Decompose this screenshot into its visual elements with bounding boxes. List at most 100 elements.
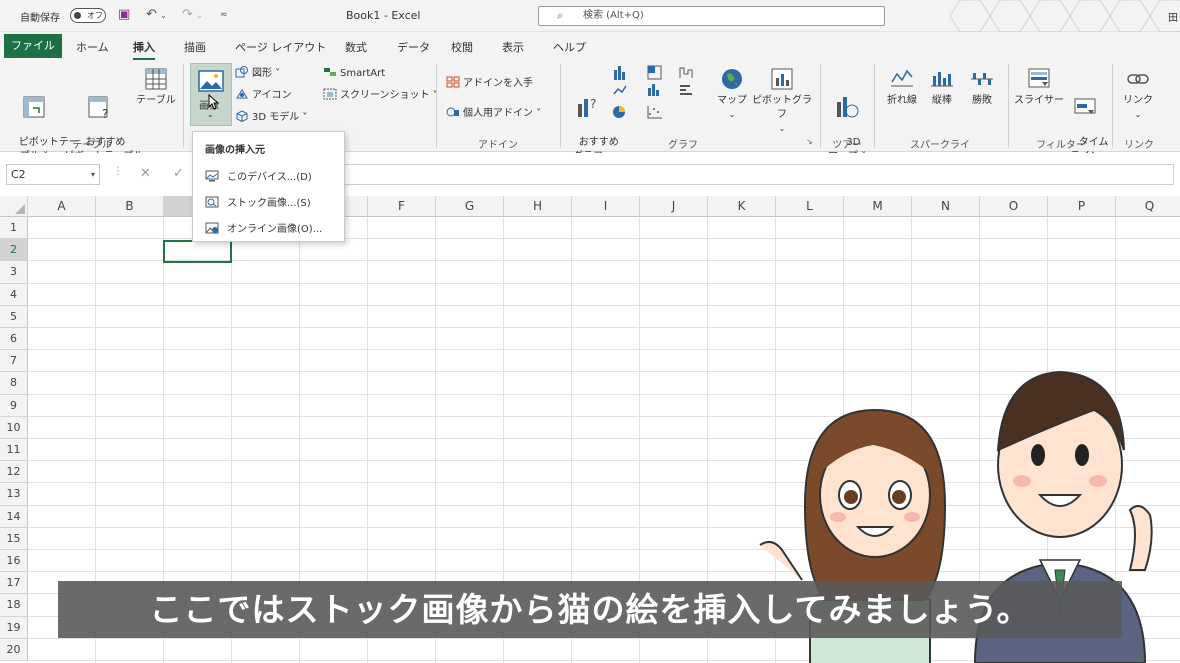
tab-insert[interactable]: 挿入 [133,39,155,61]
sparkline-winloss-button[interactable]: 勝敗 [964,66,1000,108]
column-header-n[interactable]: N [912,196,980,217]
select-all-corner[interactable] [0,196,28,217]
name-box-dropdown-icon[interactable]: ▾ [91,165,95,184]
tab-page-layout[interactable]: ページ レイアウト [235,39,326,55]
globe-map-icon [722,69,742,89]
redo-icon[interactable]: ↷ [182,7,193,22]
tab-review[interactable]: 校閲 [451,39,473,55]
row-header-14[interactable]: 14 [0,505,28,528]
screenshot-button[interactable]: スクリーンショット ˅ [323,88,438,103]
3d-models-button[interactable]: 3D モデル ˅ [235,110,307,125]
chart-type-icons[interactable] [612,64,712,126]
pivotchart-button[interactable]: ピボットグラフ ⌄ [752,66,812,136]
row-header-4[interactable]: 4 [0,283,28,306]
images-button[interactable]: 画像 ⌄ [190,63,232,126]
group-separator [183,64,184,148]
tab-home[interactable]: ホーム [76,39,109,55]
formula-input[interactable] [340,164,1174,185]
tab-formulas[interactable]: 数式 [345,39,367,55]
sparkline-winloss-label: 勝敗 [972,95,992,106]
undo-icon[interactable]: ↶ [146,7,157,22]
user-avatar[interactable]: 田 [1168,9,1178,24]
hexagon-pattern-decoration [950,0,1180,32]
group-label-filters: フィルター [1036,140,1086,151]
get-addins-button[interactable]: アドインを入手 [446,76,533,91]
icons-icon [236,89,248,99]
pivotchart-icon [771,68,793,90]
column-header-j[interactable]: J [640,196,708,217]
column-header-m[interactable]: M [844,196,912,217]
customize-qat-icon[interactable]: ≂ [220,10,228,20]
enter-icon[interactable]: ✓ [173,166,184,181]
column-header-a[interactable]: A [28,196,96,217]
sparkline-line-button[interactable]: 折れ線 [882,66,922,108]
row-header-5[interactable]: 5 [0,305,28,328]
column-header-i[interactable]: I [572,196,640,217]
column-header-g[interactable]: G [436,196,504,217]
column-header-h[interactable]: H [504,196,572,217]
sparkline-winloss-icon [971,73,993,85]
column-header-k[interactable]: K [708,196,776,217]
row-header-6[interactable]: 6 [0,328,28,351]
table-button[interactable]: テーブル [136,66,176,108]
column-header-o[interactable]: O [980,196,1048,217]
tab-view[interactable]: 表示 [502,39,524,55]
slicer-button[interactable]: スライサー [1014,66,1064,108]
search-input[interactable]: ⌕ 検索 (Alt+Q) [538,6,885,26]
group-label-links: リンク [1124,140,1154,151]
table-icon [145,68,167,90]
autosave-toggle[interactable]: オフ [70,8,106,23]
row-header-10[interactable]: 10 [0,416,28,439]
row-header-17[interactable]: 17 [0,572,28,595]
gridline-horizontal [28,282,1180,284]
column-header-p[interactable]: P [1048,196,1116,217]
row-header-15[interactable]: 15 [0,527,28,550]
charts-dialog-launcher-icon[interactable]: ↘ [806,137,813,146]
undo-dropdown-icon[interactable]: ⌄ [160,11,167,20]
menu-item-stock-images[interactable]: ストック画像...(S) [205,194,311,209]
device-image-icon [205,170,219,182]
recommended-charts-icon: ? [578,97,596,117]
column-header-l[interactable]: L [776,196,844,217]
table-label: テーブル [136,95,176,106]
my-addins-button[interactable]: 個人用アドイン ˅ [446,106,541,121]
menu-item-online-images[interactable]: オンライン画像(O)... [205,220,322,235]
menu-item-this-device[interactable]: このデバイス...(D) [205,168,312,183]
tab-data[interactable]: データ [397,39,430,55]
save-icon[interactable]: ▣ [118,7,130,22]
smartart-button[interactable]: SmartArt [323,66,385,81]
row-header-12[interactable]: 12 [0,461,28,484]
shapes-button[interactable]: 図形 ˅ [235,66,280,81]
link-dropdown-icon: ⌄ [1134,110,1142,119]
redo-dropdown-icon[interactable]: ⌄ [196,11,203,20]
row-header-2[interactable]: 2 [0,239,28,262]
cancel-icon[interactable]: ✕ [140,166,151,181]
row-header-9[interactable]: 9 [0,394,28,417]
row-header-11[interactable]: 11 [0,439,28,462]
row-header-3[interactable]: 3 [0,261,28,284]
icons-button[interactable]: アイコン [235,88,292,103]
row-header-16[interactable]: 16 [0,550,28,573]
tab-help[interactable]: ヘルプ [553,39,586,55]
column-header-q[interactable]: Q [1116,196,1180,217]
row-header-19[interactable]: 19 [0,616,28,639]
row-header-1[interactable]: 1 [0,217,28,240]
selected-cell-c2[interactable] [163,240,232,263]
stock-image-icon [205,196,219,208]
row-header-20[interactable]: 20 [0,638,28,661]
row-header-7[interactable]: 7 [0,350,28,373]
sparkline-column-button[interactable]: 縦棒 [924,66,960,108]
row-header-13[interactable]: 13 [0,483,28,506]
name-box[interactable]: C2 ▾ [6,164,100,185]
column-header-b[interactable]: B [96,196,164,217]
window-title: Book1 - Excel [346,9,421,22]
row-header-8[interactable]: 8 [0,372,28,395]
row-header-18[interactable]: 18 [0,594,28,617]
shapes-label: 図形 ˅ [252,68,281,79]
link-button[interactable]: リンク ⌄ [1118,66,1158,122]
tab-draw[interactable]: 描画 [184,39,206,55]
gridline-horizontal [28,327,1180,328]
maps-button[interactable]: マップ ⌄ [712,66,752,122]
tab-file[interactable]: ファイル [4,34,62,58]
column-header-f[interactable]: F [368,196,436,217]
